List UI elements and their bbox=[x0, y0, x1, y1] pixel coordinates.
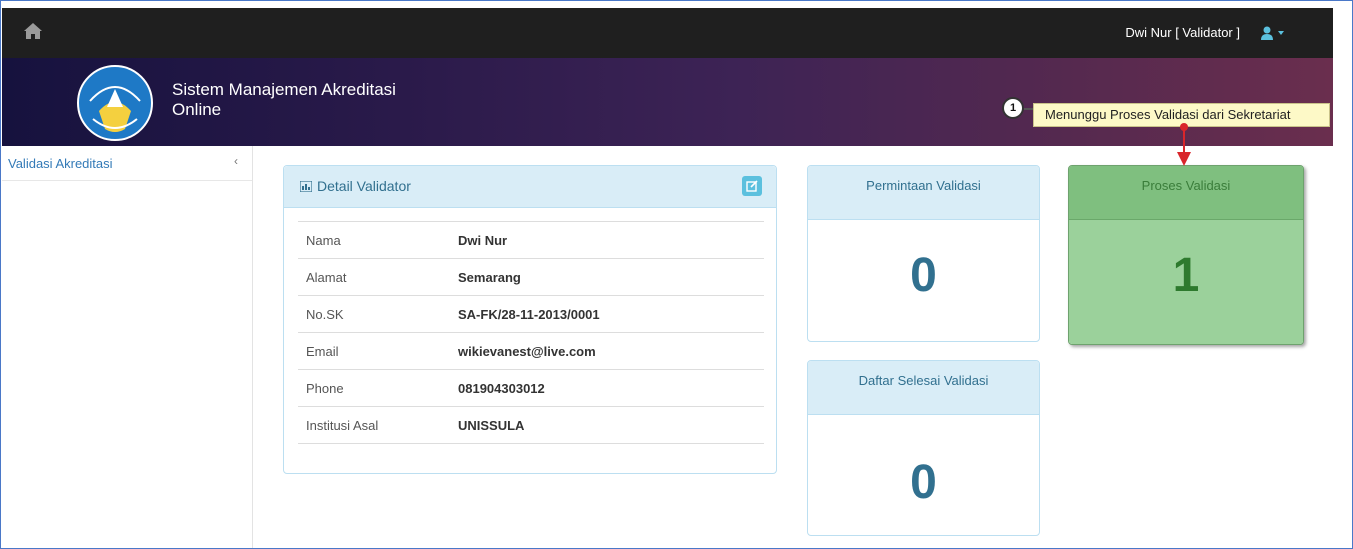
table-row: Phone 081904303012 bbox=[298, 369, 764, 407]
table-row: Alamat Semarang bbox=[298, 258, 764, 296]
row-value: Semarang bbox=[450, 258, 764, 296]
card-header: Proses Validasi bbox=[1069, 166, 1303, 220]
sidebar-item-label: Validasi Akreditasi bbox=[8, 156, 113, 171]
row-value: wikievanest@live.com bbox=[450, 332, 764, 370]
sidebar: Validasi Akreditasi ‹ bbox=[2, 146, 253, 549]
bar-chart-icon bbox=[300, 181, 312, 192]
proses-validasi-card[interactable]: Proses Validasi 1 bbox=[1068, 165, 1304, 345]
home-icon[interactable] bbox=[23, 22, 43, 40]
table-row: Email wikievanest@live.com bbox=[298, 332, 764, 370]
callout-number-badge: 1 bbox=[1002, 97, 1024, 119]
detail-table: Nama Dwi Nur Alamat Semarang No.SK SA-FK… bbox=[298, 221, 764, 444]
header-banner: Sistem Manajemen Akreditasi Online bbox=[2, 58, 1333, 146]
callout-arrow-icon bbox=[1177, 123, 1191, 166]
panel-title: Detail Validator bbox=[300, 178, 411, 194]
row-key: Phone bbox=[298, 369, 450, 407]
edit-icon bbox=[746, 180, 758, 192]
card-body: Proses Validasi 1 bbox=[1069, 166, 1303, 344]
row-key: Nama bbox=[298, 221, 450, 259]
row-value: Dwi Nur bbox=[450, 221, 764, 259]
row-key: Email bbox=[298, 332, 450, 370]
table-row: Institusi Asal UNISSULA bbox=[298, 406, 764, 444]
panel-header: Detail Validator bbox=[284, 166, 776, 208]
card-count: 0 bbox=[910, 249, 937, 302]
app-title-line2: Online bbox=[172, 100, 222, 119]
app-title-line1: Sistem Manajemen Akreditasi bbox=[172, 80, 396, 99]
permintaan-validasi-card[interactable]: Permintaan Validasi 0 bbox=[807, 165, 1040, 342]
row-key: Alamat bbox=[298, 258, 450, 296]
card-count: 1 bbox=[1172, 249, 1200, 302]
app-title: Sistem Manajemen Akreditasi Online bbox=[172, 80, 396, 120]
row-value: SA-FK/28-11-2013/0001 bbox=[450, 295, 764, 333]
table-row: Nama Dwi Nur bbox=[298, 221, 764, 259]
row-value: 081904303012 bbox=[450, 369, 764, 407]
daftar-selesai-validasi-card[interactable]: Daftar Selesai Validasi 0 bbox=[807, 360, 1040, 536]
row-value: UNISSULA bbox=[450, 406, 764, 444]
tut-wuri-handayani-logo bbox=[77, 65, 153, 141]
panel-title-text: Detail Validator bbox=[317, 178, 411, 194]
sidebar-item-validasi-akreditasi[interactable]: Validasi Akreditasi ‹ bbox=[2, 146, 252, 181]
row-key: Institusi Asal bbox=[298, 406, 450, 444]
card-header: Permintaan Validasi bbox=[808, 166, 1039, 220]
detail-validator-panel: Detail Validator Nama Dwi Nur Alamat Sem… bbox=[283, 165, 777, 474]
card-header: Daftar Selesai Validasi bbox=[808, 361, 1039, 415]
card-count: 0 bbox=[910, 456, 937, 509]
top-navbar: Dwi Nur [ Validator ] bbox=[2, 8, 1333, 58]
user-name-label[interactable]: Dwi Nur [ Validator ] bbox=[1125, 25, 1240, 40]
row-key: No.SK bbox=[298, 295, 450, 333]
user-icon[interactable] bbox=[1260, 25, 1286, 41]
chevron-left-icon[interactable]: ‹ bbox=[234, 154, 238, 168]
table-row: No.SK SA-FK/28-11-2013/0001 bbox=[298, 295, 764, 333]
edit-button[interactable] bbox=[742, 176, 762, 196]
